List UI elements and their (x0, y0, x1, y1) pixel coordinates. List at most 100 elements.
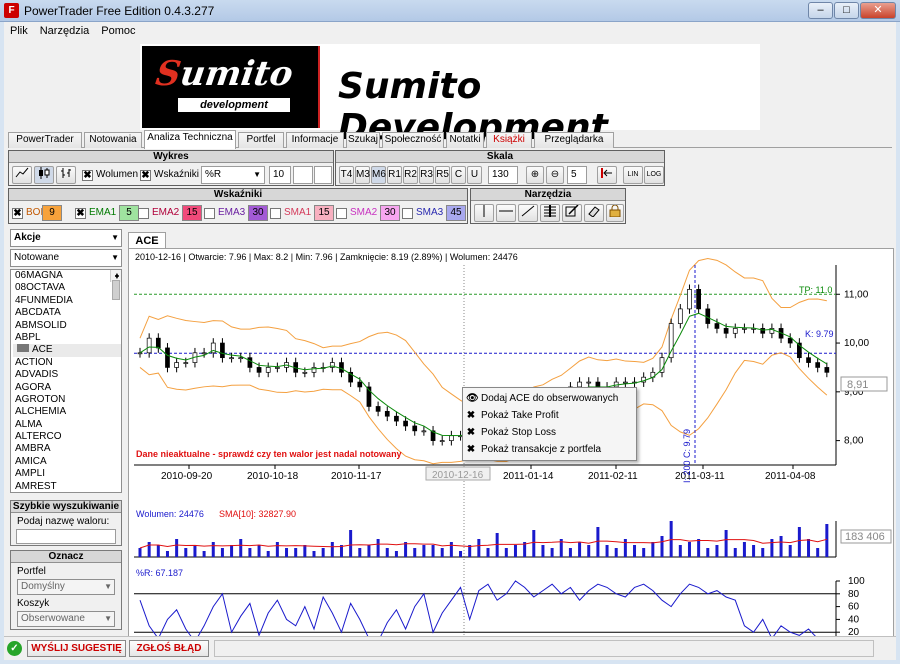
stock-item[interactable]: ALCHEMIA (13, 406, 121, 418)
stock-item[interactable]: AMICA (13, 456, 121, 468)
chart-tab-ace[interactable]: ACE (128, 232, 166, 249)
stock-item[interactable]: AMREST (13, 481, 121, 492)
portfel-select[interactable]: Domyślny ▼ (17, 579, 115, 595)
sma2-checkbox[interactable] (336, 208, 347, 219)
ema1-checkbox[interactable]: ✖ (75, 208, 86, 219)
scale-u-button[interactable]: U (467, 166, 482, 184)
tab-5[interactable]: Szukaj (346, 132, 380, 148)
category-select[interactable]: Akcje ▼ (10, 229, 122, 247)
tab-1[interactable]: Notowania (84, 132, 142, 148)
tab-0[interactable]: PowerTrader (8, 132, 82, 148)
ema2-checkbox[interactable] (138, 208, 149, 219)
context-item-1[interactable]: ✖ Pokaż Take Profit (463, 408, 636, 424)
stock-item[interactable]: ABCDATA (13, 307, 121, 319)
stock-list-scrollbar[interactable]: ▲ ▼ (110, 270, 121, 300)
menu-narzedzia[interactable]: Narzędzia (34, 22, 96, 40)
zoom-in-button[interactable]: ⊕ (526, 166, 544, 184)
stock-item[interactable]: AGORA (13, 382, 121, 394)
scroll-down-icon[interactable]: ▼ (111, 272, 121, 282)
scale-r5-button[interactable]: R5 (435, 166, 450, 184)
scroll-end-button[interactable] (597, 166, 617, 184)
stock-item[interactable]: ADVADIS (13, 369, 121, 381)
sma3-period[interactable]: 45 (446, 205, 466, 221)
ema3-period[interactable]: 30 (248, 205, 268, 221)
stock-item[interactable]: 08OCTAVA (13, 282, 121, 294)
sma1-period[interactable]: 15 (314, 205, 334, 221)
stock-item[interactable]: 4FUNMEDIA (13, 295, 121, 307)
scale-t4-button[interactable]: T4 (339, 166, 354, 184)
zoom-out-button[interactable]: ⊖ (546, 166, 564, 184)
minimize-button[interactable]: – (808, 2, 833, 19)
title-bar[interactable]: F PowerTrader Free Edition 0.4.3.277 – □… (0, 0, 900, 22)
sma3-checkbox[interactable] (402, 208, 413, 219)
koszyk-select[interactable]: Obserwowane ▼ (17, 611, 115, 627)
trend-line-tool[interactable] (518, 204, 538, 222)
scale-m6-button[interactable]: M6 (371, 166, 386, 184)
scale-r3-button[interactable]: R3 (419, 166, 434, 184)
stock-item[interactable]: ALTERCO (13, 431, 121, 443)
tab-3[interactable]: Portfel (238, 132, 284, 148)
stock-item[interactable]: ABMSOLID (13, 320, 121, 332)
context-item-3[interactable]: ✖ Pokaż transakcje z portfela (463, 442, 636, 458)
tab-8[interactable]: Książki (486, 132, 532, 148)
stock-item[interactable]: AMBRA (13, 443, 121, 455)
linear-scale-button[interactable]: LIN (623, 166, 643, 184)
send-suggestion-button[interactable]: WYŚLIJ SUGESTIĘ (27, 640, 126, 657)
filter-select[interactable]: Notowane ▼ (10, 249, 122, 267)
tab-7[interactable]: Notatki (446, 132, 484, 148)
context-item-0[interactable]: 👁 Dodaj ACE do obserwowanych (463, 391, 636, 407)
stock-list[interactable]: 06MAGNA 08OCTAVA 4FUNMEDIA ABCDATA ABMSOLID A… (10, 269, 122, 493)
zoom-step-input[interactable]: 5 (567, 166, 587, 184)
banner[interactable]: Sumito development Sumito Development (140, 44, 760, 148)
scale-c-button[interactable]: C (451, 166, 466, 184)
volume-checkbox[interactable]: ✖ (82, 170, 93, 181)
close-button[interactable]: ✕ (860, 2, 896, 19)
date-tick-label: 2011-02-11 (588, 471, 638, 482)
quick-search-input[interactable] (16, 529, 116, 544)
context-item-2[interactable]: ✖ Pokaż Stop Loss (463, 425, 636, 441)
bol-checkbox[interactable]: ✖ (12, 208, 23, 219)
stock-item[interactable]: AGROTON (13, 394, 121, 406)
stock-item[interactable]: ACTION (13, 357, 121, 369)
stock-item-label: AGROTON (15, 393, 66, 405)
period-input[interactable]: 10 (269, 166, 291, 184)
report-bug-button[interactable]: ZGŁOŚ BŁĄD (129, 640, 209, 657)
ema2-period[interactable]: 15 (182, 205, 202, 221)
scale-m3-button[interactable]: M3 (355, 166, 370, 184)
eraser-tool[interactable] (584, 204, 604, 222)
sma1-checkbox[interactable] (270, 208, 281, 219)
sma2-period[interactable]: 30 (380, 205, 400, 221)
param3-input[interactable] (314, 166, 332, 184)
tab-9[interactable]: Przeglądarka (534, 132, 614, 148)
ema3-checkbox[interactable] (204, 208, 215, 219)
log-scale-button[interactable]: LOG (644, 166, 664, 184)
vertical-line-tool[interactable] (474, 204, 494, 222)
ema1-period[interactable]: 5 (119, 205, 139, 221)
candle-chart-button[interactable] (34, 166, 54, 184)
tab-2[interactable]: Analiza Techniczna (144, 130, 236, 149)
stock-item[interactable]: ABPL (13, 332, 121, 344)
param2-input[interactable] (293, 166, 313, 184)
scale-value-input[interactable]: 130 (488, 166, 518, 184)
stock-item[interactable]: AMPLI (13, 468, 121, 480)
tab-4[interactable]: Informacje (286, 132, 344, 148)
scale-r1-button[interactable]: R1 (387, 166, 402, 184)
lock-tool[interactable] (606, 204, 624, 222)
indicator-select[interactable]: %R ▼ (201, 166, 265, 184)
tab-6[interactable]: Społeczność (382, 132, 444, 148)
scale-r2-button[interactable]: R2 (403, 166, 418, 184)
line-chart-button[interactable] (12, 166, 32, 184)
maximize-button[interactable]: □ (834, 2, 859, 19)
stock-item[interactable]: ALMA (13, 419, 121, 431)
fibonacci-tool[interactable] (540, 204, 560, 222)
indicators-checkbox[interactable]: ✖ (140, 170, 151, 181)
edit-tool[interactable] (562, 204, 582, 222)
ohlc-chart-button[interactable] (56, 166, 76, 184)
horizontal-line-tool[interactable] (496, 204, 516, 222)
stock-item[interactable]: ACE (13, 344, 121, 357)
scroll-thumb[interactable] (112, 280, 120, 300)
stock-item[interactable]: 06MAGNA (13, 270, 121, 282)
menu-plik[interactable]: Plik (4, 22, 34, 40)
menu-pomoc[interactable]: Pomoc (95, 22, 141, 40)
bol-period[interactable]: 9 (42, 205, 62, 221)
